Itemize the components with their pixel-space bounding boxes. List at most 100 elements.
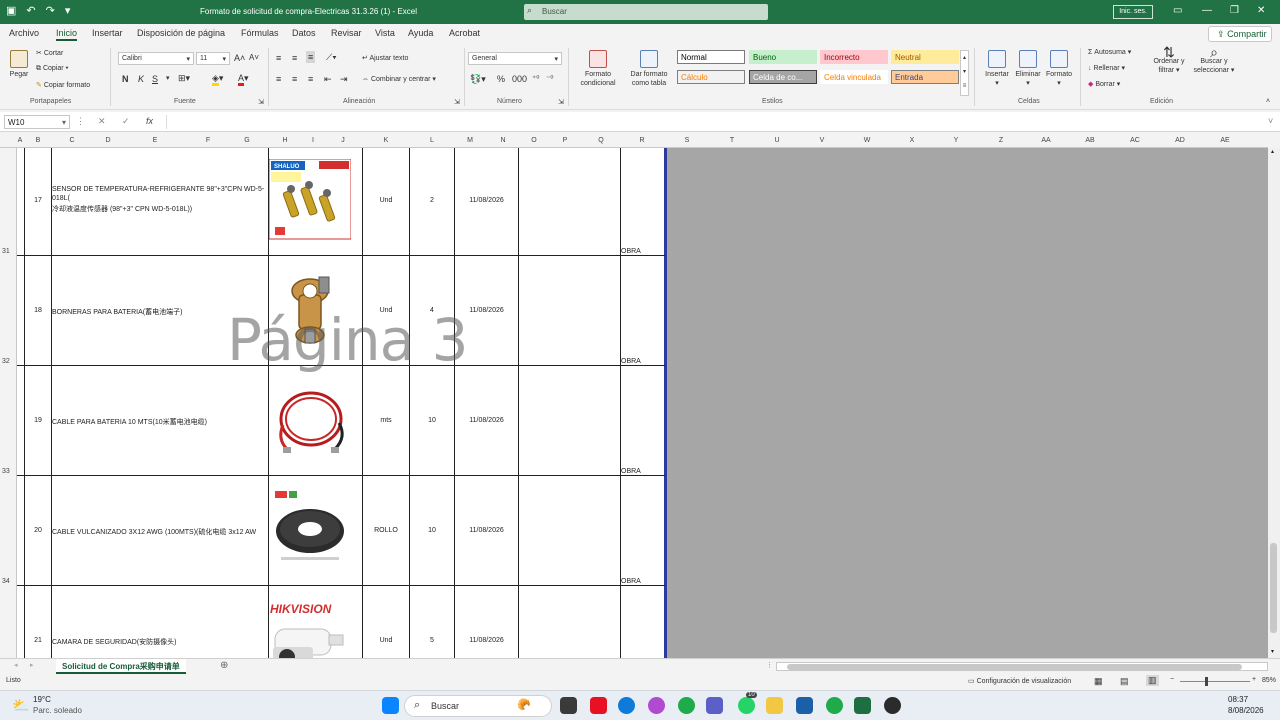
percent-icon[interactable]: % xyxy=(497,74,505,84)
column-header[interactable]: AB xyxy=(1082,137,1098,144)
signin-button[interactable]: Inic. ses. xyxy=(1113,5,1153,19)
sheet-tab-active[interactable]: Solicitud de Compra采购申请单 xyxy=(56,659,186,674)
column-header[interactable]: M xyxy=(462,137,478,144)
column-header[interactable]: P xyxy=(557,137,573,144)
scroll-up-icon[interactable]: ▴ xyxy=(1271,148,1274,155)
cell-style-2[interactable]: Incorrecto xyxy=(820,50,888,64)
expand-formula-bar-icon[interactable]: ˅ xyxy=(1268,116,1273,126)
font-dialog-launcher-icon[interactable]: ⇲ xyxy=(258,98,264,106)
styles-scroll-icon[interactable]: ▴ ▾ ≡ xyxy=(960,50,969,96)
row-header[interactable]: 32 xyxy=(2,358,10,365)
page-break-preview-icon[interactable]: ▥ xyxy=(1146,675,1159,686)
cell-style-4[interactable]: Cálculo xyxy=(677,70,745,84)
align-top-icon[interactable]: ≡ xyxy=(276,53,281,63)
chrome-icon[interactable] xyxy=(678,697,695,714)
align-center-icon[interactable]: ≡ xyxy=(292,74,297,84)
column-header[interactable]: C xyxy=(64,137,80,144)
description-cell-line3[interactable]: 冷却液温度传感器 (98"+3" CPN WD-5-018L)) xyxy=(52,204,267,214)
quantity-cell[interactable]: 10 xyxy=(410,527,454,534)
column-header[interactable]: W xyxy=(859,137,875,144)
find-select-button[interactable]: ⌕ Buscar y seleccionar ▾ xyxy=(1190,45,1238,75)
cell-style-6[interactable]: Celda vinculada xyxy=(820,70,888,84)
align-bottom-icon[interactable]: ≡ xyxy=(306,51,316,63)
accounting-icon[interactable]: 💱▾ xyxy=(470,74,486,85)
whatsapp-icon[interactable]: 10 xyxy=(738,692,757,714)
format-as-table-button[interactable]: Dar formato como tabla xyxy=(624,50,674,88)
cut-button[interactable]: ✂ Cortar xyxy=(36,49,63,57)
number-dialog-launcher-icon[interactable]: ⇲ xyxy=(558,98,564,106)
name-box[interactable]: W10 ▾ xyxy=(4,115,70,129)
task-view-icon[interactable] xyxy=(560,697,577,714)
vertical-scrollbar[interactable]: ▴ ▾ xyxy=(1268,148,1280,658)
column-header[interactable]: U xyxy=(769,137,785,144)
item-number-cell[interactable]: 21 xyxy=(25,637,51,644)
column-header[interactable]: AC xyxy=(1127,137,1143,144)
zoom-out-icon[interactable]: − xyxy=(1170,676,1174,683)
cell-style-0[interactable]: Normal xyxy=(677,50,745,64)
file-explorer-icon[interactable] xyxy=(766,697,783,714)
column-header[interactable]: N xyxy=(495,137,511,144)
cell-style-1[interactable]: Bueno xyxy=(749,50,817,64)
scroll-down-icon[interactable]: ▾ xyxy=(1271,648,1274,655)
row-header[interactable]: 34 xyxy=(2,578,10,585)
edge-icon[interactable] xyxy=(618,697,635,714)
collapse-ribbon-icon[interactable]: ˄ xyxy=(1266,98,1270,105)
wrap-text-button[interactable]: ↵ Ajustar texto xyxy=(362,54,408,62)
underline-dropdown-icon[interactable]: ▾ xyxy=(166,74,170,82)
ribbon-display-icon[interactable]: ▭ xyxy=(1173,5,1182,16)
unit-cell[interactable]: Und xyxy=(363,197,409,204)
zoom-slider-thumb[interactable] xyxy=(1205,677,1208,686)
horizontal-scroll-thumb[interactable] xyxy=(787,664,1242,670)
row-header[interactable]: 31 xyxy=(2,248,10,255)
excel-icon[interactable] xyxy=(854,697,871,714)
column-header[interactable]: I xyxy=(305,137,321,144)
quantity-cell[interactable]: 5 xyxy=(410,637,454,644)
column-header[interactable]: A xyxy=(12,137,28,144)
customize-qat-icon[interactable]: ▾ xyxy=(65,4,71,17)
display-settings-button[interactable]: ▭ Configuración de visualización xyxy=(968,677,1071,685)
column-header[interactable]: AA xyxy=(1038,137,1054,144)
cell-style-7[interactable]: Entrada xyxy=(891,70,959,84)
autosave-icon[interactable]: ▣ xyxy=(6,4,16,17)
font-size-select[interactable]: 11 ▾ xyxy=(196,52,230,65)
delete-cells-button[interactable]: Eliminar ▾ xyxy=(1013,50,1043,88)
increase-indent-icon[interactable]: ⇥ xyxy=(340,74,348,85)
unit-cell[interactable]: Und xyxy=(363,637,409,644)
tab-vista[interactable]: Vista xyxy=(375,28,395,38)
search-box[interactable]: ⌕ Buscar xyxy=(524,4,768,20)
column-header[interactable]: Z xyxy=(993,137,1009,144)
chrome-profile-icon[interactable] xyxy=(826,697,843,714)
unit-cell[interactable]: mts xyxy=(363,417,409,424)
close-icon[interactable]: ✕ xyxy=(1257,5,1265,16)
format-painter-button[interactable]: ✎ Copiar formato xyxy=(36,81,90,89)
page-layout-icon[interactable]: ▤ xyxy=(1120,676,1129,687)
destination-cell[interactable]: OBRA xyxy=(621,468,661,475)
item-number-cell[interactable]: 17 xyxy=(25,197,51,204)
column-header[interactable]: E xyxy=(147,137,163,144)
zoom-level[interactable]: 85% xyxy=(1262,677,1276,684)
autosum-button[interactable]: Σ Autosuma ▾ xyxy=(1088,48,1131,56)
tab-disposicion[interactable]: Disposición de página xyxy=(137,28,225,38)
tab-revisar[interactable]: Revisar xyxy=(331,28,362,38)
alignment-dialog-launcher-icon[interactable]: ⇲ xyxy=(454,98,460,106)
align-middle-icon[interactable]: ≡ xyxy=(292,53,297,63)
quantity-cell[interactable]: 2 xyxy=(410,197,454,204)
description-cell[interactable]: CABLE PARA BATERIA 10 MTS(10米蓄电池电缆) xyxy=(52,417,267,427)
sort-filter-button[interactable]: ⇅ Ordenar y filtrar ▾ xyxy=(1146,45,1192,75)
description-cell[interactable]: SENSOR DE TEMPERATURA-REFRIGERANTE 98"+3… xyxy=(52,186,267,193)
horizontal-scrollbar[interactable] xyxy=(776,662,1268,671)
tab-acrobat[interactable]: Acrobat xyxy=(449,28,480,38)
minimize-icon[interactable]: — xyxy=(1202,5,1212,16)
decrease-font-icon[interactable]: A˅ xyxy=(249,53,259,62)
date-cell[interactable]: 11/08/2026 xyxy=(455,637,518,644)
description-cell[interactable]: CABLE VULCANIZADO 3X12 AWG (100MTS)(硫化电缆… xyxy=(52,527,267,537)
column-header[interactable]: AE xyxy=(1217,137,1233,144)
add-sheet-icon[interactable]: ⊕ xyxy=(220,660,228,671)
tab-ayuda[interactable]: Ayuda xyxy=(408,28,433,38)
align-right-icon[interactable]: ≡ xyxy=(308,74,313,84)
column-header[interactable]: Q xyxy=(593,137,609,144)
column-header[interactable]: O xyxy=(526,137,542,144)
quantity-cell[interactable]: 10 xyxy=(410,417,454,424)
clear-button[interactable]: ◆ Borrar ▾ xyxy=(1088,80,1120,88)
teams-icon[interactable] xyxy=(706,697,723,714)
